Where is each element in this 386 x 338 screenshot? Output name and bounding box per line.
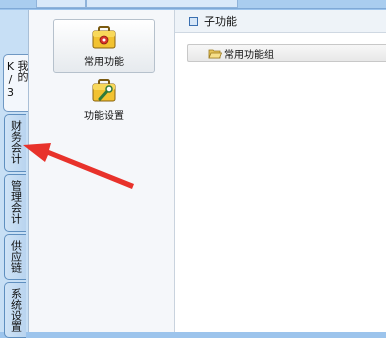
tab-system-settings[interactable]: 系统设置: [4, 282, 26, 338]
folder-open-icon: [208, 49, 222, 58]
briefcase-wrench-icon: [92, 79, 116, 102]
common-functions-label: 常用功能: [84, 57, 124, 68]
group-label: 常用功能组: [224, 49, 274, 61]
tab-label: 系统设置: [9, 288, 23, 332]
top-tab-edge: [86, 0, 238, 8]
top-tab-edge: [36, 0, 86, 8]
tab-label: 供应链: [9, 240, 23, 273]
tab-label: 管理会计: [9, 180, 23, 224]
vertical-tab-bar: 我的K/3 财务会计 管理会计 供应链 系统设置: [0, 10, 29, 338]
tab-management-accounting[interactable]: 管理会计: [4, 174, 26, 232]
tab-label: 我的K/3: [4, 60, 29, 99]
tab-supply-chain[interactable]: 供应链: [4, 234, 26, 280]
function-nav-panel: 常用功能 功能设置: [28, 10, 176, 332]
page-title: 子功能: [204, 15, 237, 28]
common-functions-button[interactable]: 常用功能: [53, 19, 155, 73]
sub-function-header: 子功能: [175, 10, 386, 33]
tab-my-k3[interactable]: 我的K/3: [3, 54, 29, 112]
briefcase-icon: [92, 26, 116, 49]
tab-financial-accounting[interactable]: 财务会计: [4, 114, 26, 172]
top-strip: [0, 0, 386, 9]
sub-function-panel: 子功能 常用功能组: [174, 10, 386, 332]
function-settings-button[interactable]: 功能设置: [53, 72, 155, 126]
tab-label: 财务会计: [9, 120, 23, 164]
header-square-icon: [189, 16, 198, 26]
common-functions-group[interactable]: 常用功能组: [187, 44, 386, 62]
function-settings-label: 功能设置: [84, 111, 124, 122]
